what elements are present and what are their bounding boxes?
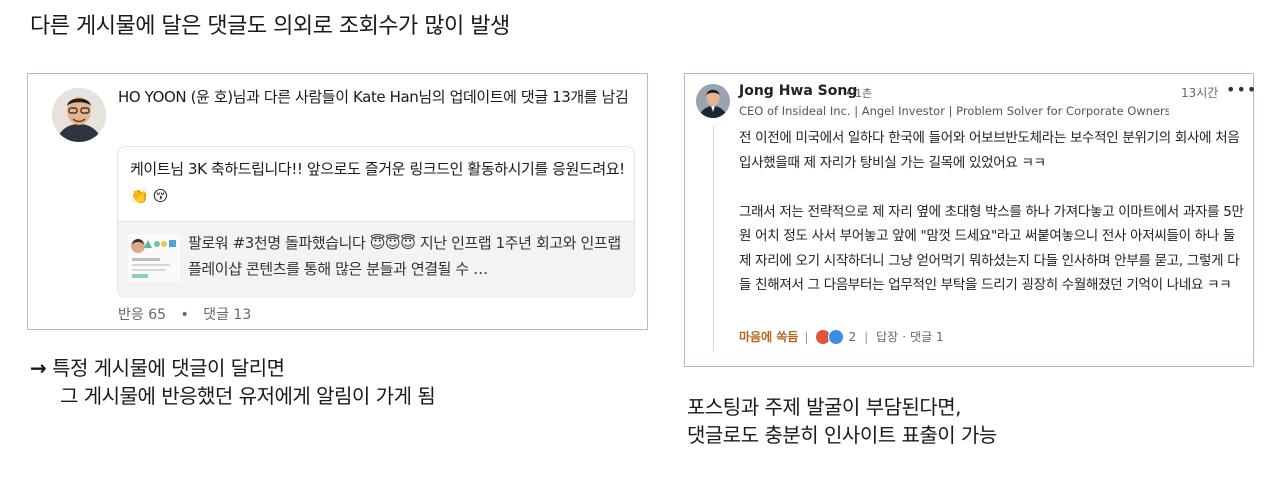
avatar[interactable] bbox=[696, 84, 730, 118]
avatar-photo-icon bbox=[696, 84, 730, 118]
reply-count[interactable]: 댓글 1 bbox=[910, 328, 944, 345]
thread-rail bbox=[713, 126, 714, 351]
author-headline: CEO of Insideal Inc. | Angel Investor | … bbox=[739, 104, 1169, 118]
left-caption-line2: 그 게시물에 반응했던 유저에게 알림이 가게 됨 bbox=[60, 384, 436, 408]
social-counts: 반응 65 • 댓글 13 bbox=[118, 304, 251, 324]
separator-dot: • bbox=[180, 307, 189, 323]
right-caption-line1: 포스팅과 주제 발굴이 부담된다면, bbox=[687, 395, 962, 419]
comment-card[interactable]: 케이트님 3K 축하드립니다!! 앞으로도 즐거운 링크드인 활동하시기를 응원… bbox=[117, 146, 635, 298]
shared-post-text: 팔로워 #3천명 돌파했습니다 😇😇😇 지난 인프랩 1주년 회고와 인프랩 플… bbox=[188, 234, 621, 278]
shared-post-thumbnail bbox=[128, 234, 180, 282]
right-comment-card[interactable]: Jong Hwa Song • 1촌 13시간 ••• CEO of Insid… bbox=[684, 73, 1257, 367]
reaction-icons[interactable] bbox=[815, 328, 845, 345]
reaction-button[interactable]: 마음에 쏙듬 bbox=[739, 328, 798, 345]
comment-body: 전 이전에 미국에서 일하다 한국에 들어와 어보브반도체라는 보수적인 분위기… bbox=[739, 126, 1249, 298]
reactions-count[interactable]: 반응 65 bbox=[118, 307, 166, 323]
notification-text: HO YOON (윤 호)님과 다른 사람들이 Kate Han님의 업데이트에… bbox=[118, 88, 629, 106]
timestamp: 13시간 bbox=[1181, 86, 1219, 100]
comment-text: 케이트님 3K 축하드립니다!! 앞으로도 즐거운 링크드인 활동하시기를 응원… bbox=[130, 160, 625, 205]
left-caption: → 특정 게시물에 댓글이 달리면 그 게시물에 반응했던 유저에게 알림이 가… bbox=[30, 354, 436, 410]
comments-count[interactable]: 댓글 13 bbox=[203, 307, 251, 323]
reply-button[interactable]: 답장 bbox=[876, 328, 898, 345]
separator: · bbox=[902, 329, 907, 344]
profile-thumbnail-icon bbox=[128, 234, 180, 282]
comment-actions: 마음에 쏙듬 | 2 | 답장 · 댓글 1 bbox=[739, 328, 944, 345]
avatar-photo-icon bbox=[52, 88, 106, 142]
left-caption-line1: 특정 게시물에 댓글이 달리면 bbox=[52, 356, 285, 380]
left-notification-card[interactable]: HO YOON (윤 호)님과 다른 사람들이 Kate Han님의 업데이트에… bbox=[27, 73, 648, 330]
comment-paragraph: 전 이전에 미국에서 일하다 한국에 들어와 어보브반도체라는 보수적인 분위기… bbox=[739, 130, 1240, 171]
reaction-count[interactable]: 2 bbox=[848, 330, 856, 344]
avatar[interactable] bbox=[52, 88, 106, 142]
arrow-icon: → bbox=[30, 356, 47, 380]
comment-paragraph: 그래서 저는 전략적으로 제 자리 옆에 초대형 박스를 하나 가져다놓고 이마… bbox=[739, 203, 1244, 294]
like-reaction-icon bbox=[828, 328, 845, 345]
connection-degree: • 1촌 bbox=[845, 87, 873, 100]
right-caption-line2: 댓글로도 충분히 인사이트 표출이 가능 bbox=[687, 423, 997, 447]
right-caption: 포스팅과 주제 발굴이 부담된다면, 댓글로도 충분히 인사이트 표출이 가능 bbox=[687, 393, 997, 449]
slide-title: 다른 게시물에 달은 댓글도 의외로 조회수가 많이 발생 bbox=[30, 14, 510, 39]
separator: | bbox=[864, 329, 869, 344]
more-options-button[interactable]: ••• bbox=[1226, 80, 1257, 99]
shared-post-preview[interactable]: 팔로워 #3천명 돌파했습니다 😇😇😇 지난 인프랩 1주년 회고와 인프랩 플… bbox=[118, 221, 634, 298]
author-name[interactable]: Jong Hwa Song bbox=[739, 83, 857, 99]
separator: | bbox=[804, 329, 809, 344]
